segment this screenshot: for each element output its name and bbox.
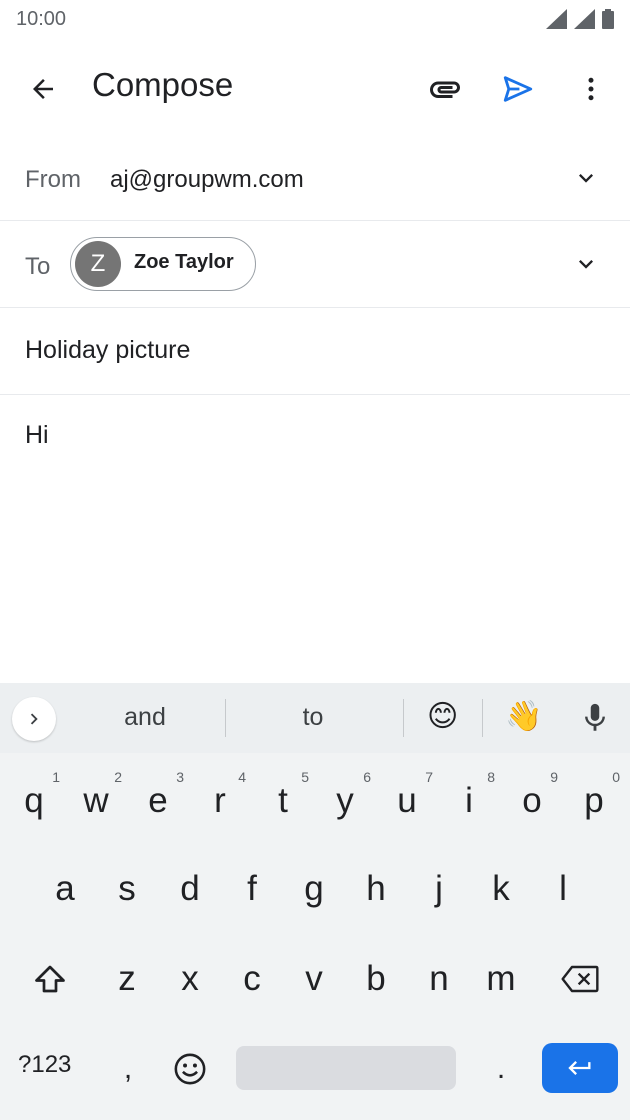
key-b[interactable]: b xyxy=(348,945,404,1013)
key-x[interactable]: x xyxy=(162,945,218,1013)
app-bar: Compose xyxy=(0,42,630,132)
key-s[interactable]: s xyxy=(99,855,155,923)
emoji-key[interactable] xyxy=(162,1035,218,1103)
page-title: Compose xyxy=(92,66,234,103)
smiley-icon xyxy=(174,1053,206,1085)
divider xyxy=(482,699,483,737)
key-j[interactable]: j xyxy=(411,855,467,923)
key-e[interactable]: e3 xyxy=(130,767,186,835)
key-v[interactable]: v xyxy=(286,945,342,1013)
key-w[interactable]: w2 xyxy=(68,767,124,835)
key-c[interactable]: c xyxy=(224,945,280,1013)
battery-icon xyxy=(602,9,614,29)
from-row[interactable]: From aj@groupwm.com xyxy=(0,136,630,221)
key-u[interactable]: u7 xyxy=(379,767,435,835)
key-k[interactable]: k xyxy=(473,855,529,923)
key-n[interactable]: n xyxy=(411,945,467,1013)
signal-icon xyxy=(546,9,567,29)
send-icon xyxy=(503,76,533,102)
status-bar: 10:00 xyxy=(0,0,630,40)
emoji-suggestion-smile[interactable]: 😊 xyxy=(427,699,458,734)
key-q[interactable]: q1 xyxy=(6,767,62,835)
back-button[interactable] xyxy=(18,64,68,114)
comma-key[interactable]: , xyxy=(100,1035,156,1103)
arrow-left-icon xyxy=(33,79,53,99)
subject-value[interactable]: Holiday picture xyxy=(25,336,190,365)
key-h[interactable]: h xyxy=(348,855,404,923)
enter-key[interactable] xyxy=(542,1043,618,1093)
divider xyxy=(403,699,404,737)
key-o[interactable]: o9 xyxy=(504,767,560,835)
from-value[interactable]: aj@groupwm.com xyxy=(110,166,304,194)
send-button[interactable] xyxy=(493,64,543,114)
key-d[interactable]: d xyxy=(162,855,218,923)
to-row[interactable]: To Z Zoe Taylor xyxy=(0,221,630,308)
keyboard: and to 😊 👋 q1 w2 e3 r4 t5 y6 u7 i8 o9 p0… xyxy=(0,683,630,1120)
key-i[interactable]: i8 xyxy=(441,767,497,835)
space-key[interactable] xyxy=(236,1046,456,1090)
symbols-key[interactable]: ?123 xyxy=(18,1051,71,1079)
key-t[interactable]: t5 xyxy=(255,767,311,835)
chevron-down-icon[interactable] xyxy=(572,164,600,192)
body-field[interactable]: Hi xyxy=(25,421,49,450)
recipient-name: Zoe Taylor xyxy=(134,251,234,273)
status-icons xyxy=(546,8,614,30)
suggestion-bar: and to 😊 👋 xyxy=(0,683,630,753)
key-a[interactable]: a xyxy=(37,855,93,923)
chevron-right-icon xyxy=(30,713,38,725)
keyboard-expand-button[interactable] xyxy=(12,697,56,741)
key-l[interactable]: l xyxy=(535,855,591,923)
paperclip-icon xyxy=(430,81,460,98)
key-r[interactable]: r4 xyxy=(192,767,248,835)
shift-icon xyxy=(35,965,65,993)
emoji-suggestion-wave[interactable]: 👋 xyxy=(505,699,542,734)
key-p[interactable]: p0 xyxy=(566,767,622,835)
suggestion-2[interactable]: to xyxy=(263,703,363,732)
signal-icon xyxy=(574,9,595,29)
more-vert-icon xyxy=(588,77,594,101)
attach-button[interactable] xyxy=(420,64,470,114)
key-g[interactable]: g xyxy=(286,855,342,923)
avatar: Z xyxy=(75,241,121,287)
key-f[interactable]: f xyxy=(224,855,280,923)
backspace-key[interactable] xyxy=(548,945,612,1013)
subject-field[interactable]: Holiday picture xyxy=(0,308,630,395)
recipient-chip[interactable]: Z Zoe Taylor xyxy=(70,237,256,291)
status-time: 10:00 xyxy=(16,8,67,30)
shift-key[interactable] xyxy=(20,945,80,1013)
to-label: To xyxy=(25,253,51,280)
key-y[interactable]: y6 xyxy=(317,767,373,835)
from-label: From xyxy=(25,166,81,193)
enter-icon xyxy=(568,1061,591,1075)
mic-icon[interactable] xyxy=(578,701,612,735)
more-options-button[interactable] xyxy=(566,64,616,114)
key-z[interactable]: z xyxy=(99,945,155,1013)
divider xyxy=(225,699,226,737)
backspace-icon xyxy=(561,965,599,993)
suggestion-1[interactable]: and xyxy=(95,703,195,732)
key-m[interactable]: m xyxy=(473,945,529,1013)
chevron-down-icon[interactable] xyxy=(572,250,600,278)
period-key[interactable]: . xyxy=(473,1035,529,1103)
